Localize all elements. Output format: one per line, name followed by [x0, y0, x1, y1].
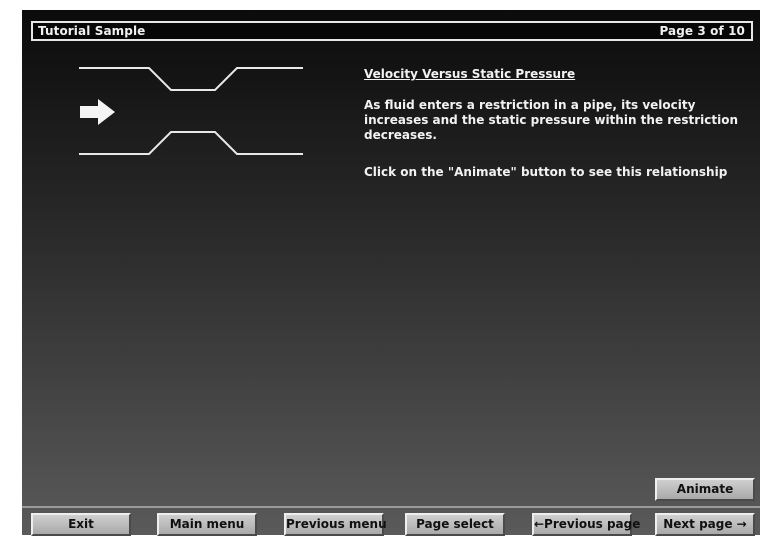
- pipe-restriction-diagram: [79, 67, 303, 155]
- content-heading: Velocity Versus Static Pressure: [364, 67, 576, 81]
- page-indicator: Page 3 of 10: [659, 24, 745, 38]
- page-select-button[interactable]: Page select: [405, 513, 505, 536]
- pipe-bottom-wall: [79, 131, 303, 155]
- content-body: As fluid enters a restriction in a pipe,…: [364, 98, 738, 142]
- previous-menu-button[interactable]: Previous menu: [284, 513, 387, 536]
- pipe-top-wall: [79, 67, 303, 91]
- nav-divider: [22, 506, 760, 508]
- tutorial-title: Tutorial Sample: [38, 24, 146, 38]
- next-page-button[interactable]: Next page →: [655, 513, 755, 536]
- exit-button[interactable]: Exit: [31, 513, 131, 536]
- right-arrow-icon: [80, 99, 115, 125]
- tutorial-screen: Tutorial Sample Page 3 of 10 Velocity Ve…: [22, 10, 760, 536]
- content-instruction: Click on the "Animate" button to see thi…: [364, 165, 728, 179]
- animate-button[interactable]: Animate: [655, 478, 755, 501]
- previous-page-button[interactable]: ←Previous page: [532, 513, 640, 536]
- main-menu-button[interactable]: Main menu: [157, 513, 257, 536]
- title-bar: Tutorial Sample Page 3 of 10: [31, 21, 753, 41]
